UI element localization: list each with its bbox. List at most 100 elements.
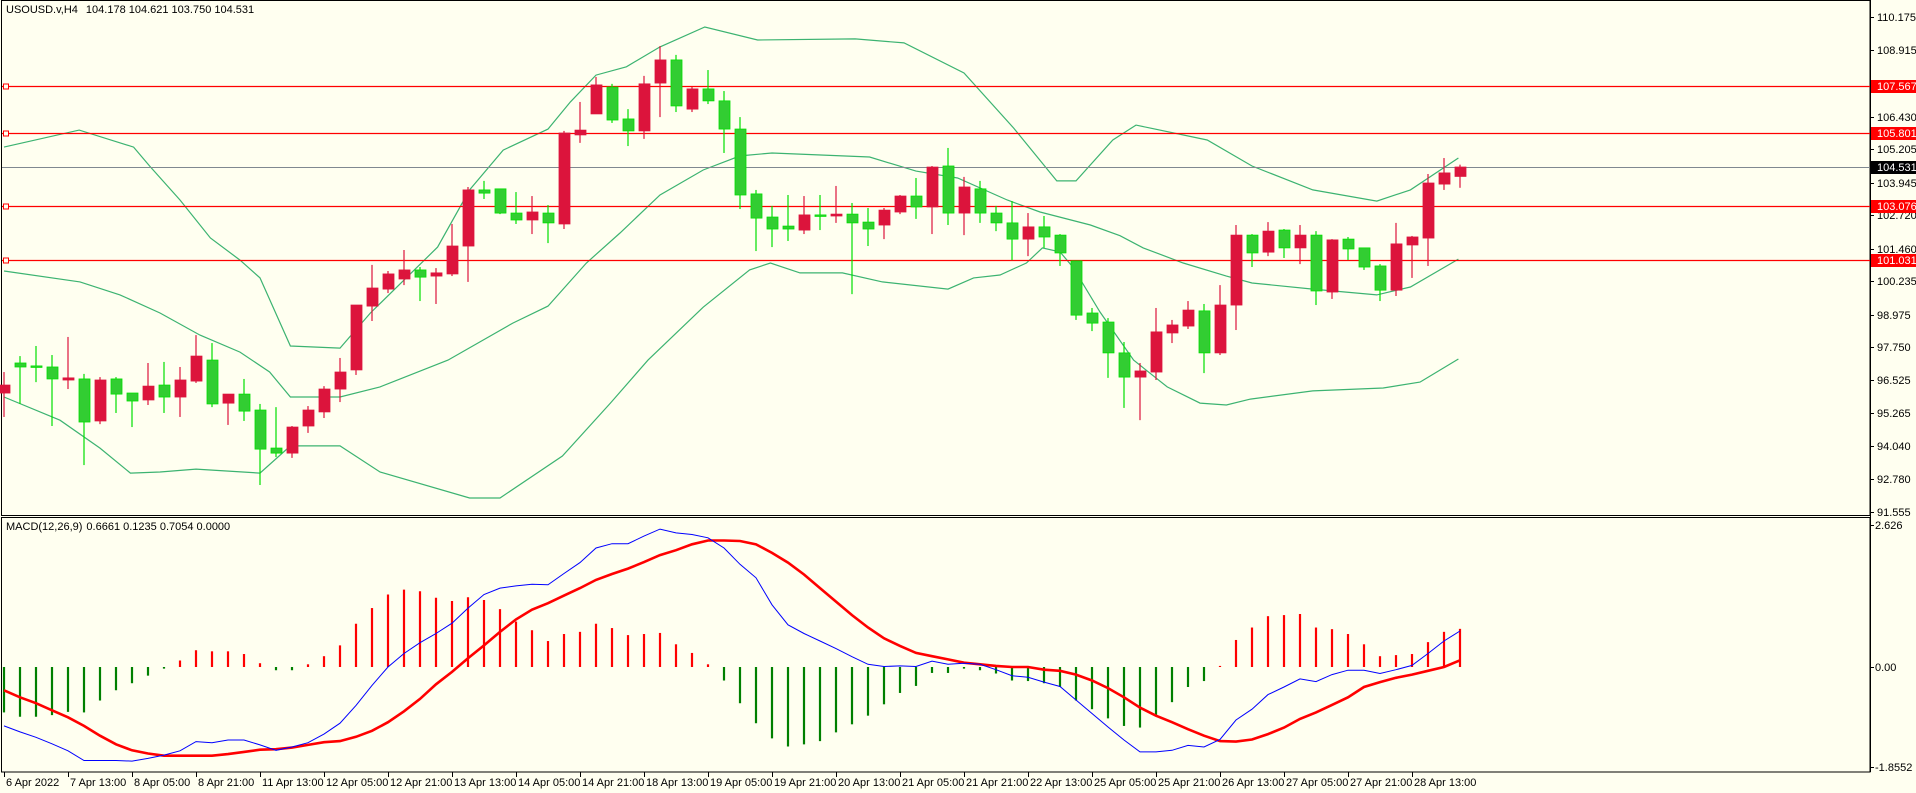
candle-body bbox=[334, 371, 347, 390]
candle bbox=[1070, 260, 1083, 320]
candle-body bbox=[686, 88, 699, 110]
time-tick-label: 8 Apr 05:00 bbox=[134, 777, 190, 789]
candle-body bbox=[1454, 166, 1467, 177]
candle-body bbox=[1054, 234, 1067, 254]
candle-body bbox=[846, 213, 859, 224]
candle-body bbox=[926, 166, 939, 208]
candle-body bbox=[110, 378, 123, 395]
candle-body bbox=[574, 129, 587, 136]
ohlc-values: 104.178 104.621 103.750 104.531 bbox=[86, 4, 254, 16]
time-tick-label: 27 Apr 21:00 bbox=[1350, 777, 1412, 789]
symbol-name: USOUSD.v,H4 bbox=[6, 4, 78, 16]
candle bbox=[350, 304, 363, 375]
candle-body bbox=[1230, 234, 1243, 306]
price-tick-label: 92.780 bbox=[1877, 474, 1911, 486]
candle-body bbox=[494, 188, 507, 214]
candle-body bbox=[622, 118, 635, 132]
level-line-handle bbox=[3, 257, 9, 264]
level-line-handle bbox=[3, 130, 9, 137]
candle bbox=[558, 130, 571, 230]
candle-body bbox=[142, 385, 155, 401]
candle-body bbox=[62, 377, 75, 381]
candle-body bbox=[782, 225, 795, 230]
candle-body bbox=[302, 409, 315, 427]
price-tick-label: 110.175 bbox=[1877, 12, 1916, 24]
level-price-label: 107.567 bbox=[1877, 81, 1916, 93]
candle bbox=[494, 188, 507, 215]
candle-body bbox=[606, 86, 619, 121]
candle-body bbox=[190, 355, 203, 382]
time-tick-label: 6 Apr 2022 bbox=[6, 777, 59, 789]
time-tick-label: 25 Apr 21:00 bbox=[1158, 777, 1220, 789]
candle-body bbox=[1246, 234, 1259, 254]
price-tick-label: 108.915 bbox=[1877, 45, 1916, 57]
price-tick-label: 100.235 bbox=[1877, 276, 1916, 288]
candle bbox=[686, 87, 699, 113]
candle-body bbox=[78, 378, 91, 423]
time-tick-label: 11 Apr 13:00 bbox=[262, 777, 324, 789]
price-tick-label: 91.555 bbox=[1877, 507, 1911, 519]
time-tick-label: 19 Apr 21:00 bbox=[774, 777, 836, 789]
candle-body bbox=[286, 426, 299, 454]
candle-body bbox=[718, 100, 731, 130]
candle-body bbox=[750, 193, 763, 219]
price-tick-label: 98.975 bbox=[1877, 310, 1911, 322]
price-tick-label: 96.525 bbox=[1877, 375, 1911, 387]
time-tick-label: 12 Apr 21:00 bbox=[390, 777, 452, 789]
candle-body bbox=[254, 409, 267, 450]
chart-background bbox=[0, 0, 1916, 793]
candle bbox=[638, 75, 651, 139]
time-tick-label: 21 Apr 05:00 bbox=[902, 777, 964, 789]
time-tick-label: 22 Apr 13:00 bbox=[1030, 777, 1092, 789]
candle-body bbox=[1358, 247, 1371, 268]
time-tick-label: 20 Apr 13:00 bbox=[838, 777, 900, 789]
candle-body bbox=[990, 212, 1003, 224]
candle-body bbox=[174, 379, 187, 398]
candle-body bbox=[638, 83, 651, 132]
candle bbox=[734, 117, 747, 210]
candle-body bbox=[1150, 331, 1163, 373]
candle-body bbox=[910, 195, 923, 208]
candle-body bbox=[1422, 182, 1435, 239]
candle-body bbox=[878, 209, 891, 226]
candle-body bbox=[1214, 304, 1227, 354]
candle-body bbox=[366, 287, 379, 307]
time-tick-label: 13 Apr 13:00 bbox=[454, 777, 516, 789]
candle-body bbox=[478, 189, 491, 194]
candle-body bbox=[0, 384, 11, 394]
candle bbox=[1326, 239, 1339, 299]
trading-chart[interactable]: 110.175108.915106.430105.205103.945102.7… bbox=[0, 0, 1916, 793]
macd-tick-label: -1.8552 bbox=[1875, 762, 1912, 774]
level-price-label: 101.031 bbox=[1877, 255, 1916, 267]
time-tick-label: 19 Apr 05:00 bbox=[710, 777, 772, 789]
candle-body bbox=[270, 447, 283, 454]
candle-body bbox=[30, 365, 43, 368]
candle-body bbox=[94, 379, 107, 422]
candle-body bbox=[350, 304, 363, 371]
candle bbox=[1358, 247, 1371, 270]
candle-body bbox=[1006, 222, 1019, 240]
candle-body bbox=[1374, 265, 1387, 291]
candle-body bbox=[654, 59, 667, 84]
macd-params: MACD(12,26,9) bbox=[6, 521, 82, 533]
candle-body bbox=[1182, 309, 1195, 327]
macd-label: MACD(12,26,9) 0.6661 0.1235 0.7054 0.0000 bbox=[6, 521, 230, 533]
candle-body bbox=[1406, 236, 1419, 246]
candle-body bbox=[158, 384, 171, 398]
price-tick-label: 105.205 bbox=[1877, 144, 1916, 156]
candle-body bbox=[1262, 230, 1275, 253]
candle-body bbox=[766, 216, 779, 230]
price-tick-label: 103.945 bbox=[1877, 178, 1916, 190]
time-tick-label: 27 Apr 05:00 bbox=[1286, 777, 1348, 789]
candle-body bbox=[510, 212, 523, 221]
candle-body bbox=[734, 128, 747, 196]
candle-body bbox=[414, 269, 427, 278]
candle-body bbox=[206, 359, 219, 405]
candle-body bbox=[1294, 234, 1307, 249]
candle-body bbox=[1022, 226, 1035, 240]
candle bbox=[286, 425, 299, 458]
candle-body bbox=[14, 362, 27, 368]
level-price-label: 103.076 bbox=[1877, 201, 1916, 213]
candle-body bbox=[1342, 238, 1355, 250]
time-tick-label: 7 Apr 13:00 bbox=[70, 777, 126, 789]
